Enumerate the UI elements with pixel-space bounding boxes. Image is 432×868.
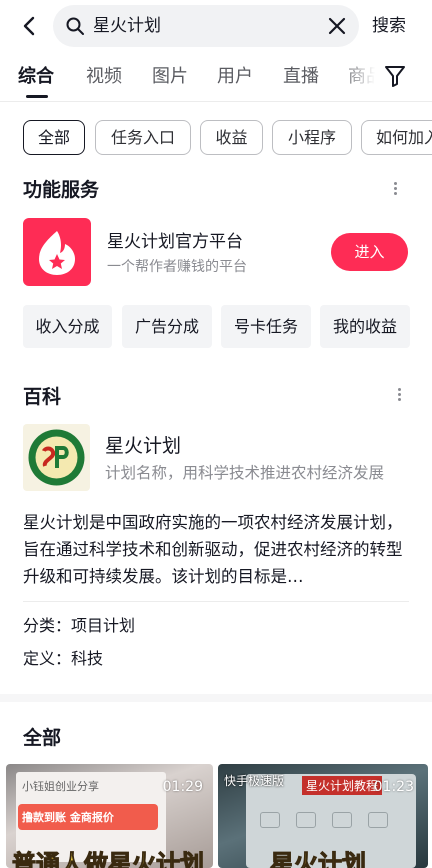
- tab-fade: [340, 56, 384, 100]
- video-overlay-text: 普通人做星火计划: [12, 850, 205, 868]
- app-grid-icon: [296, 812, 316, 828]
- tab-live[interactable]: 直播: [283, 65, 319, 89]
- chip-how-to-join[interactable]: 如何加入: [361, 120, 432, 155]
- top-bar: 星火计划 搜索: [0, 0, 432, 52]
- chip-income[interactable]: 收益: [200, 120, 263, 155]
- search-query[interactable]: 星火计划: [93, 15, 161, 37]
- baike-name[interactable]: 星火计划: [105, 434, 181, 458]
- result-tabs: 综合 视频 图片 用户 直播 商品: [0, 56, 432, 102]
- baike-subtitle: 计划名称，用科学技术推进农村经济发展: [105, 464, 385, 482]
- video-card[interactable]: 快手极速版 星火计划教程 01:23 星火计划: [218, 764, 428, 868]
- all-section-title: 全部: [23, 727, 62, 749]
- service-my-earnings-button[interactable]: 我的收益: [320, 305, 410, 348]
- baike-more-icon[interactable]: [396, 386, 402, 406]
- baike-definition: 定义：科技: [23, 649, 104, 668]
- services-more-icon[interactable]: [392, 180, 398, 200]
- video-duration: 01:23: [373, 779, 414, 795]
- search-input[interactable]: 星火计划: [53, 5, 359, 47]
- tab-user[interactable]: 用户: [217, 65, 253, 89]
- service-card-task-button[interactable]: 号卡任务: [221, 305, 311, 348]
- app-grid-icon: [368, 812, 388, 828]
- filter-icon[interactable]: [384, 64, 406, 88]
- app-description: 一个帮作者赚钱的平台: [107, 259, 247, 275]
- back-icon[interactable]: [14, 10, 46, 42]
- service-revenue-share-button[interactable]: 收入分成: [23, 305, 112, 348]
- section-separator: [0, 694, 432, 702]
- app-logo-icon[interactable]: [23, 218, 91, 286]
- services-title: 功能服务: [23, 179, 100, 201]
- filter-chips: 全部 任务入口 收益 小程序 如何加入: [0, 118, 432, 158]
- baike-description[interactable]: 星火计划是中国政府实施的一项农村经济发展计划，旨在通过科学技术和创新驱动，促进农…: [23, 509, 409, 590]
- app-name[interactable]: 星火计划官方平台: [107, 231, 243, 253]
- app-grid-icon: [260, 812, 280, 828]
- tab-video[interactable]: 视频: [86, 65, 122, 89]
- chip-task-entry[interactable]: 任务入口: [95, 120, 191, 155]
- search-button[interactable]: 搜索: [372, 14, 406, 38]
- video-overlay-text: 星火计划: [270, 850, 367, 868]
- search-icon: [66, 17, 84, 35]
- video-tag: 星火计划教程: [302, 776, 383, 795]
- video-duration: 01:29: [162, 779, 203, 795]
- video-banner-text: 撸款到账 金商报价: [22, 811, 114, 824]
- tab-active-indicator: [26, 95, 48, 98]
- chip-mini-program[interactable]: 小程序: [272, 120, 352, 155]
- chip-all[interactable]: 全部: [23, 120, 85, 155]
- enter-button[interactable]: 进入: [331, 233, 408, 271]
- divider: [23, 601, 409, 602]
- video-card[interactable]: 小钰姐创业分享 撸款到账 金商报价 01:29 普通人做星火计划: [6, 764, 213, 868]
- service-ad-share-button[interactable]: 广告分成: [122, 305, 212, 348]
- video-app-watermark: 快手极速版: [224, 774, 285, 788]
- tab-image[interactable]: 图片: [152, 65, 188, 89]
- video-author: 小钰姐创业分享: [22, 780, 99, 793]
- app-grid-icon: [332, 812, 352, 828]
- baike-category: 分类：项目计划: [23, 616, 136, 635]
- baike-title: 百科: [23, 386, 62, 408]
- baike-logo-icon: [23, 424, 90, 491]
- tab-all[interactable]: 综合: [18, 65, 54, 89]
- clear-icon[interactable]: [327, 16, 347, 36]
